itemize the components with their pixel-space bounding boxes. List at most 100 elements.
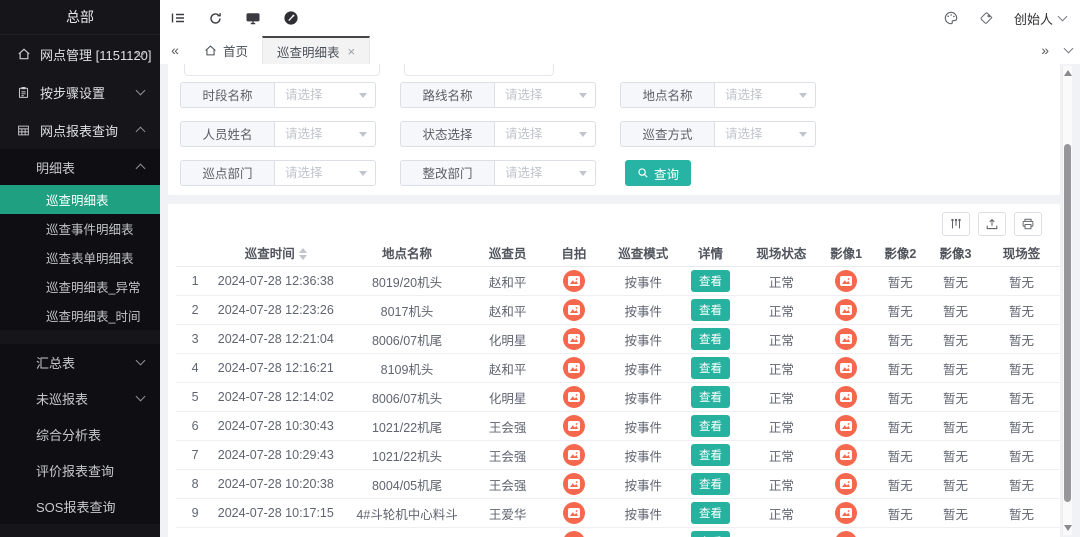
view-detail-button[interactable]: 查看 [691, 299, 730, 321]
table-toolbar [942, 212, 1042, 236]
date-input-partial[interactable] [184, 64, 380, 76]
tab-patrol-detail[interactable]: 巡查明细表 × [262, 36, 370, 64]
cell [539, 499, 609, 528]
vertical-scrollbar[interactable] [1062, 66, 1072, 535]
selfie-photo-icon[interactable] [563, 270, 585, 292]
selfie-photo-icon[interactable] [563, 299, 585, 321]
sort-icon[interactable] [299, 248, 307, 260]
sidebar-item[interactable]: 明细表 [0, 149, 160, 185]
sidebar-item[interactable]: 网点报表查询 [0, 111, 160, 149]
view-detail-button[interactable]: 查看 [691, 328, 730, 350]
filter-panel: 时段名称请选择路线名称请选择地点名称请选择人员姓名请选择状态选择请选择巡查方式请… [168, 64, 1060, 195]
view-detail-button[interactable]: 查看 [691, 357, 730, 379]
user-menu[interactable]: 创始人 [1014, 9, 1066, 28]
cell [819, 383, 872, 412]
sidebar-item[interactable]: 现场智能跟踪 [0, 524, 160, 537]
image1-photo-icon[interactable] [835, 415, 857, 437]
column-settings-icon[interactable] [942, 212, 970, 236]
image1-photo-icon[interactable] [835, 473, 857, 495]
tabs-scroll-right[interactable]: » [1041, 42, 1049, 58]
sidebar-item[interactable]: 巡查明细表_异常 [0, 272, 160, 301]
tag-icon[interactable] [979, 11, 994, 26]
row-index: 10 [176, 528, 214, 537]
image1-photo-icon[interactable] [835, 531, 857, 537]
sidebar-item[interactable]: 巡查明细表 [0, 185, 160, 214]
sidebar-item[interactable]: 综合分析表 [0, 416, 160, 452]
image1-photo-icon[interactable] [835, 328, 857, 350]
tabs-menu-icon[interactable] [1064, 44, 1074, 54]
cell [539, 470, 609, 499]
filter-select[interactable]: 请选择 [714, 82, 816, 108]
image1-photo-icon[interactable] [835, 444, 857, 466]
image1-photo-icon[interactable] [835, 357, 857, 379]
user-name: 创始人 [1014, 9, 1053, 28]
image1-photo-icon[interactable] [835, 386, 857, 408]
sidebar-item[interactable]: 评价报表查询 [0, 452, 160, 488]
filter-select[interactable]: 请选择 [274, 160, 376, 186]
view-detail-button[interactable]: 查看 [691, 270, 730, 292]
filter-label: 状态选择 [400, 121, 494, 147]
print-icon[interactable] [1014, 212, 1042, 236]
tabs-scroll-left[interactable]: « [160, 42, 190, 58]
view-detail-button[interactable]: 查看 [691, 444, 730, 466]
tab-home[interactable]: 首页 [190, 36, 262, 64]
sidebar-item[interactable]: 巡查明细表_时间 [0, 301, 160, 330]
sidebar-item[interactable]: SOS报表查询 [0, 488, 160, 524]
date-input-partial[interactable] [404, 64, 554, 76]
scrollbar-thumb[interactable] [1064, 144, 1071, 502]
selfie-photo-icon[interactable] [563, 415, 585, 437]
cell: 查看 [678, 267, 744, 296]
sidebar-item[interactable]: 巡查表单明细表 [0, 243, 160, 272]
view-detail-button[interactable]: 查看 [691, 386, 730, 408]
export-icon[interactable] [978, 212, 1006, 236]
refresh-icon[interactable] [208, 11, 223, 26]
sidebar-item[interactable]: 巡查事件明细表 [0, 214, 160, 243]
filter-select[interactable]: 请选择 [714, 121, 816, 147]
selfie-photo-icon[interactable] [563, 386, 585, 408]
image2: 暂无 [873, 267, 928, 296]
view-detail-button[interactable]: 查看 [691, 531, 730, 537]
image1-photo-icon[interactable] [835, 299, 857, 321]
cell [539, 296, 609, 325]
inspector-name: 赵和平 [477, 354, 539, 383]
chevron-down-icon [799, 93, 807, 98]
search-button[interactable]: 查询 [625, 160, 691, 186]
selfie-photo-icon[interactable] [563, 502, 585, 524]
filter-group: 巡点部门请选择 [180, 160, 376, 186]
sidebar-item[interactable]: 汇总表 [0, 344, 160, 380]
filter-select[interactable]: 请选择 [494, 160, 596, 186]
scroll-down-icon[interactable] [1064, 525, 1072, 531]
sidebar-item[interactable]: 按步骤设置 [0, 73, 160, 111]
sidebar-item[interactable]: 未巡报表 [0, 380, 160, 416]
selfie-photo-icon[interactable] [563, 444, 585, 466]
sidebar-item-label: 巡查表单明细表 [46, 248, 160, 267]
image1-photo-icon[interactable] [835, 502, 857, 524]
image1-photo-icon[interactable] [835, 270, 857, 292]
palette-icon[interactable] [943, 10, 959, 26]
filter-select[interactable]: 请选择 [494, 82, 596, 108]
selfie-photo-icon[interactable] [563, 531, 585, 537]
column-header: 影像3 [928, 238, 983, 267]
compass-icon[interactable] [283, 10, 299, 26]
filter-select[interactable]: 请选择 [494, 121, 596, 147]
selfie-photo-icon[interactable] [563, 328, 585, 350]
view-detail-button[interactable]: 查看 [691, 473, 730, 495]
patrol-time: 2024-07-28 12:21:04 [214, 325, 337, 354]
scroll-up-icon[interactable] [1064, 70, 1072, 76]
filter-group: 地点名称请选择 [620, 82, 816, 108]
selfie-photo-icon[interactable] [563, 357, 585, 379]
sidebar-item[interactable]: 网点管理 [1151120] [0, 35, 160, 73]
location-name: 8109机头 [338, 354, 477, 383]
filter-select[interactable]: 请选择 [274, 121, 376, 147]
close-icon[interactable]: × [348, 44, 356, 59]
monitor-icon[interactable] [245, 10, 261, 26]
column-header: 影像2 [873, 238, 928, 267]
filter-select[interactable]: 请选择 [274, 82, 376, 108]
view-detail-button[interactable]: 查看 [691, 502, 730, 524]
collapse-menu-icon[interactable] [170, 10, 186, 26]
image3: 暂无 [928, 441, 983, 470]
view-detail-button[interactable]: 查看 [691, 415, 730, 437]
cell: 查看 [678, 325, 744, 354]
selfie-photo-icon[interactable] [563, 473, 585, 495]
cell: 查看 [678, 354, 744, 383]
